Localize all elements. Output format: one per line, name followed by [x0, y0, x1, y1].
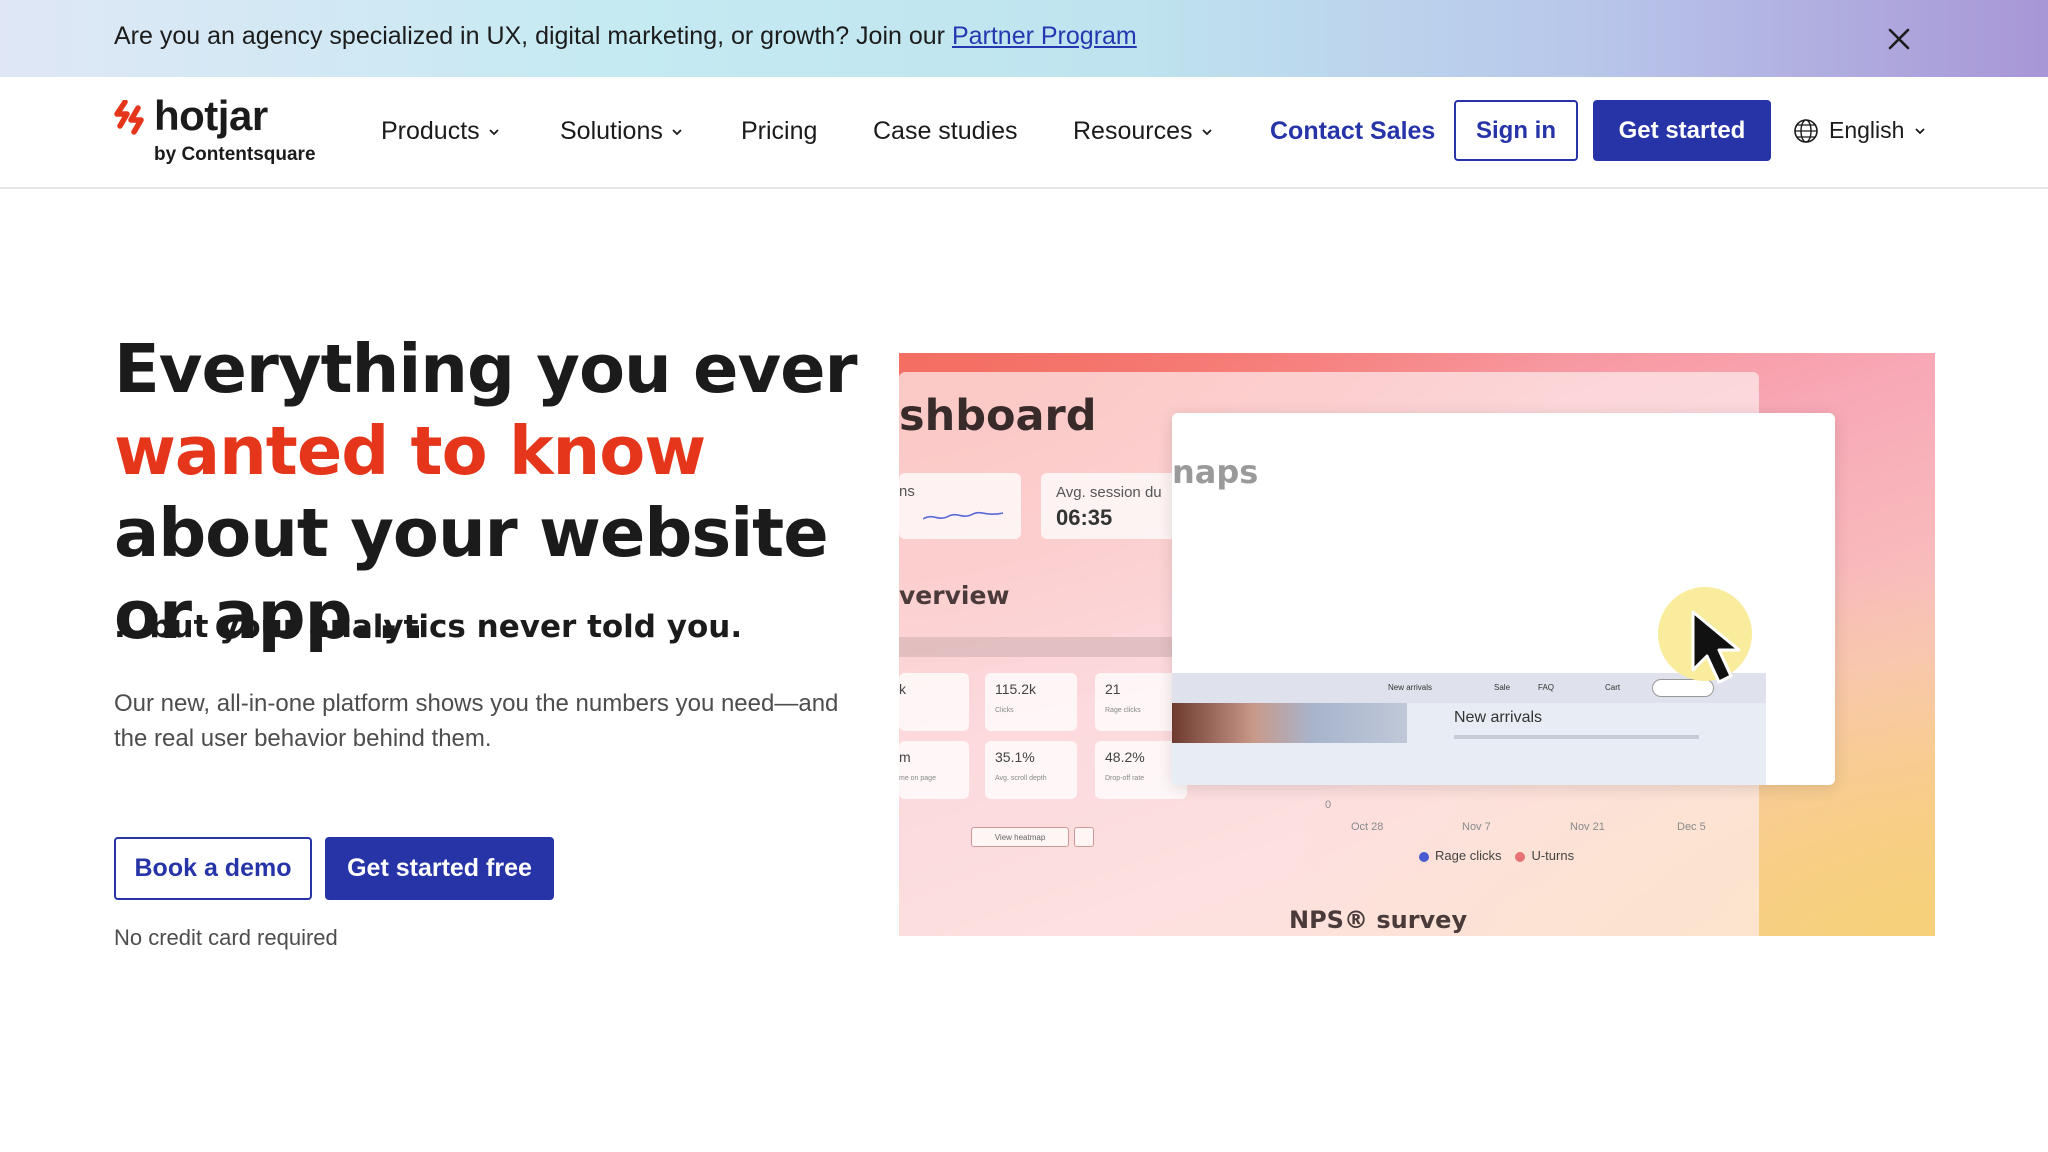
legend-label: U-turns [1531, 848, 1575, 863]
axis-date: Dec 5 [1677, 821, 1706, 833]
mock-nav-item: Cart [1605, 683, 1621, 692]
heatmaps-title: naps [1172, 453, 1259, 491]
mock-nav-item: Sale [1494, 683, 1511, 692]
site-header: hotjar by Contentsquare Products Solutio… [0, 77, 2048, 189]
avg-session-label: Avg. session du [1056, 484, 1162, 501]
nav-solutions[interactable]: Solutions [560, 117, 683, 146]
stat-label: Rage clicks [1105, 707, 1141, 714]
overview-bar [899, 637, 1179, 657]
mock-product-photo [1172, 703, 1407, 743]
stat-value: m [899, 749, 911, 765]
nav-resources-label: Resources [1073, 117, 1193, 145]
chevron-down-icon [1201, 128, 1212, 135]
stat-value: 48.2% [1105, 749, 1145, 765]
nav-case-studies[interactable]: Case studies [873, 117, 1018, 146]
chevron-down-icon [672, 128, 682, 135]
chevron-down-icon [1915, 127, 1926, 134]
legend-dot [1419, 851, 1429, 862]
mock-page-title: New arrivals [1454, 709, 1543, 726]
stat-label: me on page [899, 775, 936, 782]
axis-date: Nov 21 [1570, 821, 1605, 833]
mock-nav-item: New arrivals [1388, 683, 1433, 692]
overview-title: verview [899, 581, 1010, 610]
nps-survey-title: NPS® survey [1289, 906, 1468, 934]
hero-description: Our new, all-in-one platform shows you t… [114, 690, 839, 752]
axis-zero: 0 [1325, 799, 1332, 811]
hero-subhead: ...but your analytics never told you. [114, 609, 743, 645]
legend-dot [1515, 851, 1526, 862]
book-demo-button[interactable]: Book a demo [114, 837, 312, 900]
view-heatmap-button: View heatmap [971, 827, 1069, 847]
chevron-down-icon [489, 128, 499, 135]
partner-program-link[interactable]: Partner Program [952, 22, 1137, 50]
cursor-icon [1657, 586, 1757, 686]
headline-accent: wanted to know [114, 412, 706, 490]
stat-label: Clicks [995, 707, 1014, 714]
banner-text: Are you an agency specialized in UX, dig… [114, 22, 1137, 51]
sign-in-button[interactable]: Sign in [1454, 100, 1578, 161]
banner-message: Are you an agency specialized in UX, dig… [114, 22, 952, 50]
hotjar-mark-icon [114, 100, 144, 135]
stat-card-scroll-depth: 35.1% Avg. scroll depth [985, 741, 1077, 799]
chart-legend: Rage clicks U-turns [1419, 848, 1574, 863]
dashboard-title: shboard [899, 391, 1097, 441]
nav-case-studies-label: Case studies [873, 117, 1018, 145]
language-selector[interactable]: English [1793, 117, 1926, 144]
stat-label: Avg. scroll depth [995, 775, 1047, 782]
nav-products[interactable]: Products [381, 117, 500, 146]
language-label: English [1829, 117, 1905, 143]
sessions-card-label: ns [899, 483, 915, 500]
stat-card-time-on-page: m me on page [899, 741, 969, 799]
mock-site-page: New arrivals [1172, 703, 1766, 785]
nav-solutions-label: Solutions [560, 117, 663, 145]
stat-value: 35.1% [995, 749, 1035, 765]
axis-date: Oct 28 [1351, 821, 1384, 833]
hero-headline: Everything you ever wanted to know about… [114, 328, 874, 656]
stat-value: 21 [1105, 681, 1121, 697]
stat-value: k [899, 681, 906, 697]
legend-item: U-turns [1515, 848, 1574, 863]
get-started-button[interactable]: Get started [1593, 100, 1771, 161]
legend-label: Rage clicks [1435, 848, 1502, 863]
no-credit-card-note: No credit card required [114, 925, 338, 950]
avg-session-value: 06:35 [1056, 505, 1113, 530]
stat-card: k [899, 673, 969, 731]
axis-date: Nov 7 [1462, 821, 1491, 833]
close-icon[interactable] [1880, 20, 1918, 58]
sparkline-icon [923, 511, 1003, 520]
stat-label: Drop-off rate [1105, 775, 1145, 782]
globe-icon [1794, 118, 1818, 143]
product-screenshot: shboard ns Avg. session du 06:35 verview… [899, 353, 1935, 936]
sessions-card: ns [899, 473, 1021, 539]
play-icon [1074, 827, 1094, 847]
nav-pricing-label: Pricing [741, 117, 818, 145]
hotjar-logo[interactable]: hotjar by Contentsquare [114, 92, 329, 170]
get-started-free-button[interactable]: Get started free [325, 837, 554, 900]
logo-wordmark: hotjar [154, 92, 268, 139]
nav-pricing[interactable]: Pricing [741, 117, 817, 146]
nav-resources[interactable]: Resources [1073, 117, 1213, 146]
logo-subtitle: by Contentsquare [154, 144, 316, 165]
mock-nav-item: FAQ [1538, 683, 1555, 692]
stat-value: 115.2k [995, 681, 1036, 697]
legend-item: Rage clicks [1419, 848, 1501, 863]
nav-products-label: Products [381, 117, 480, 145]
announcement-banner: Are you an agency specialized in UX, dig… [0, 0, 2048, 77]
headline-part-1: Everything you ever [114, 330, 858, 408]
mock-divider [1454, 735, 1699, 739]
stat-card-clicks: 115.2k Clicks [985, 673, 1077, 731]
contact-sales-link[interactable]: Contact Sales [1270, 117, 1435, 146]
